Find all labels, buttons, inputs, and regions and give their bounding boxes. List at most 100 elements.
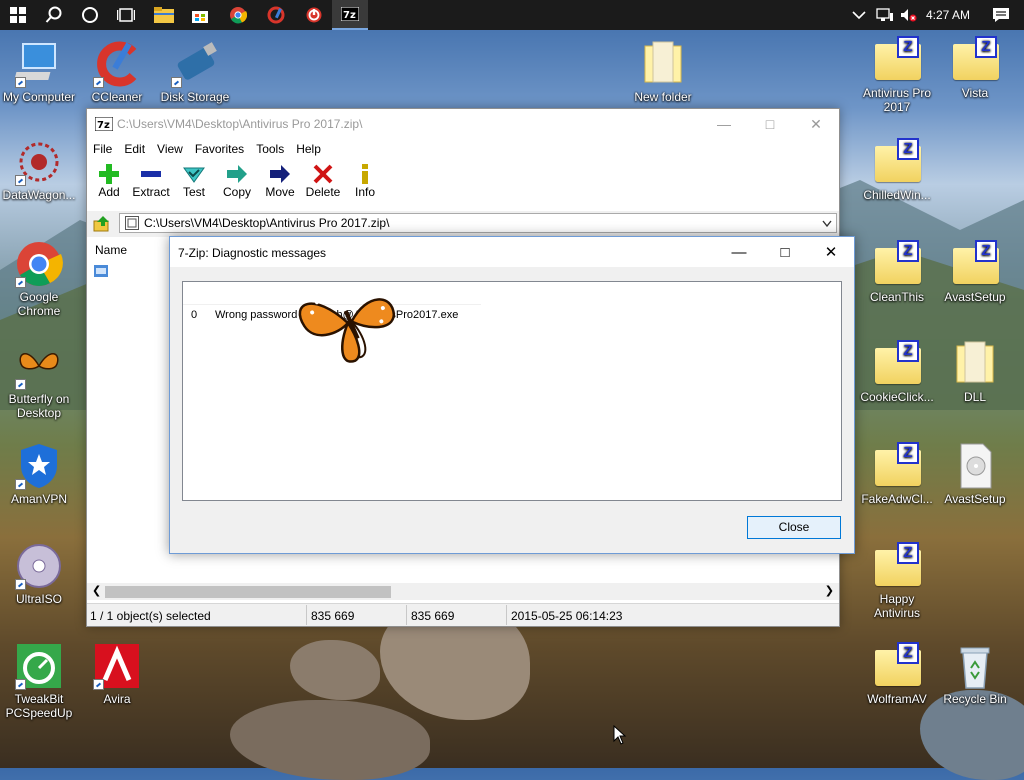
desktop-icon-butterfly[interactable]: Butterfly on Desktop <box>0 342 78 420</box>
desktop-icon-avastsetup-zip[interactable]: Z AvastSetup <box>936 240 1014 304</box>
menu-edit[interactable]: Edit <box>118 139 151 159</box>
dialog-titlebar[interactable]: 7-Zip: Diagnostic messages — □ ✕ <box>170 237 854 267</box>
start-button[interactable] <box>0 0 36 30</box>
delete-button[interactable]: Delete <box>301 163 345 199</box>
maximize-button[interactable]: □ <box>747 109 793 139</box>
scroll-left-arrow[interactable]: ❮ <box>92 584 101 597</box>
file-explorer-icon <box>154 7 174 23</box>
dialog-maximize-button[interactable]: □ <box>762 237 808 267</box>
desktop-icon-recycle-bin[interactable]: Recycle Bin <box>936 642 1014 706</box>
desktop-icon-vista[interactable]: Z Vista <box>936 36 1014 100</box>
message-index: 0 <box>191 309 198 321</box>
taskbar-chrome[interactable] <box>220 0 256 30</box>
move-button[interactable]: Move <box>258 163 302 199</box>
chevron-down-icon[interactable] <box>822 220 832 228</box>
add-button[interactable]: Add <box>87 163 131 199</box>
folder-icon <box>956 341 994 383</box>
menu-view[interactable]: View <box>151 139 189 159</box>
desktop-icon-datawagon[interactable]: DataWagon... <box>0 138 78 202</box>
diagnostic-message-list[interactable]: 0 Wrong password : Launch@AntivirusPro20… <box>182 281 842 501</box>
chrome-icon <box>230 7 247 24</box>
desktop-icon-disk-storage[interactable]: Disk Storage <box>156 40 234 104</box>
7zip-archive-icon: Z <box>975 240 997 262</box>
7zip-archive-icon: Z <box>897 36 919 58</box>
desktop-icon-fakeadwcl[interactable]: Z FakeAdwCl... <box>858 442 936 506</box>
wallpaper-rock <box>230 700 430 780</box>
desktop-icon-avira[interactable]: Avira <box>78 642 156 706</box>
menu-file[interactable]: File <box>87 139 118 159</box>
x-icon <box>313 164 333 184</box>
mouse-cursor-icon <box>613 725 627 745</box>
svg-text:7z: 7z <box>97 120 110 131</box>
desktop-icon-chilledwin[interactable]: Z ChilledWin... <box>858 138 936 202</box>
menu-tools[interactable]: Tools <box>250 139 290 159</box>
status-modified: 2015-05-25 06:14:23 <box>511 609 623 623</box>
store-icon <box>192 11 208 23</box>
taskbar-clock[interactable]: 4:27 AM <box>926 8 970 22</box>
action-center-icon[interactable] <box>992 7 1010 23</box>
taskbar-app[interactable] <box>296 0 332 30</box>
task-view-button[interactable] <box>108 0 144 30</box>
desktop-icon-my-computer[interactable]: My Computer <box>0 40 78 104</box>
desktop-icon-dll[interactable]: DLL <box>936 340 1014 404</box>
minimize-button[interactable]: — <box>701 109 747 139</box>
window-titlebar[interactable]: 7z C:\Users\VM4\Desktop\Antivirus Pro 20… <box>87 109 839 139</box>
7zip-archive-icon: Z <box>897 442 919 464</box>
status-packed-size: 835 669 <box>411 609 455 623</box>
desktop-icon-cookieclick[interactable]: Z CookieClick... <box>858 340 936 404</box>
menu-bar: File Edit View Favorites Tools Help <box>87 139 839 159</box>
menu-favorites[interactable]: Favorites <box>189 139 250 159</box>
taskbar-7zip[interactable]: 7z <box>332 0 368 30</box>
close-window-button[interactable]: ✕ <box>793 109 839 139</box>
network-icon[interactable] <box>876 7 894 23</box>
desktop-icon-avastsetup-file[interactable]: AvastSetup <box>936 442 1014 506</box>
archive-icon <box>125 216 139 230</box>
test-button[interactable]: Test <box>172 163 216 199</box>
status-selected: 1 / 1 object(s) selected <box>90 609 211 623</box>
menu-help[interactable]: Help <box>290 139 327 159</box>
dialog-minimize-button[interactable]: — <box>716 237 762 267</box>
dialog-close-x-button[interactable]: ✕ <box>808 237 854 267</box>
desktop-icon-ccleaner[interactable]: CCleaner <box>78 40 156 104</box>
check-icon <box>183 167 205 183</box>
desktop-icon-wolframav[interactable]: Z WolframAV <box>858 642 936 706</box>
copy-button[interactable]: Copy <box>215 163 259 199</box>
search-button[interactable] <box>36 0 72 30</box>
scroll-right-arrow[interactable]: ❯ <box>825 584 834 597</box>
move-arrow-icon <box>270 165 290 183</box>
extract-button[interactable]: Extract <box>129 163 173 199</box>
taskbar-ccleaner[interactable] <box>258 0 294 30</box>
mirekusoft-icon <box>306 7 322 23</box>
cortana-icon <box>82 7 98 23</box>
search-icon <box>45 6 62 23</box>
chevron-up-icon[interactable] <box>852 10 866 20</box>
cortana-button[interactable] <box>72 0 108 30</box>
7zip-archive-icon: Z <box>897 542 919 564</box>
taskbar-store[interactable] <box>182 0 218 30</box>
desktop-icon-cleanthis[interactable]: Z CleanThis <box>858 240 936 304</box>
ccleaner-icon <box>267 6 285 24</box>
desktop-icon-ultraiso[interactable]: UltraISO <box>0 542 78 606</box>
status-size: 835 669 <box>311 609 355 623</box>
desktop-icon-google-chrome[interactable]: Google Chrome <box>0 240 78 318</box>
taskbar: 7z 4:27 AM <box>0 0 1024 30</box>
7zip-archive-icon: Z <box>897 642 919 664</box>
task-view-icon <box>117 8 135 22</box>
volume-muted-icon[interactable] <box>900 7 918 23</box>
horizontal-scrollbar[interactable]: ❮ ❯ <box>87 583 839 600</box>
info-button[interactable]: Info <box>343 163 387 199</box>
scrollbar-thumb[interactable] <box>105 586 391 598</box>
copy-arrow-icon <box>227 165 247 183</box>
address-field[interactable]: C:\Users\VM4\Desktop\Antivirus Pro 2017.… <box>119 213 837 233</box>
desktop-icon-new-folder[interactable]: New folder <box>624 40 702 104</box>
desktop-icon-amanvpn[interactable]: AmanVPN <box>0 442 78 506</box>
file-row-icon[interactable] <box>94 265 108 277</box>
desktop-icon-antivirus-pro-2017[interactable]: Z Antivirus Pro 2017 <box>858 36 936 114</box>
close-button[interactable]: Close <box>747 516 841 539</box>
taskbar-file-explorer[interactable] <box>146 0 182 30</box>
desktop-icon-happy-antivirus[interactable]: Z Happy Antivirus <box>858 542 936 620</box>
up-folder-icon[interactable] <box>93 215 111 233</box>
folder-icon <box>644 41 682 83</box>
column-header-name[interactable]: Name <box>95 243 127 257</box>
desktop-icon-tweakbit[interactable]: TweakBit PCSpeedUp <box>0 642 78 720</box>
